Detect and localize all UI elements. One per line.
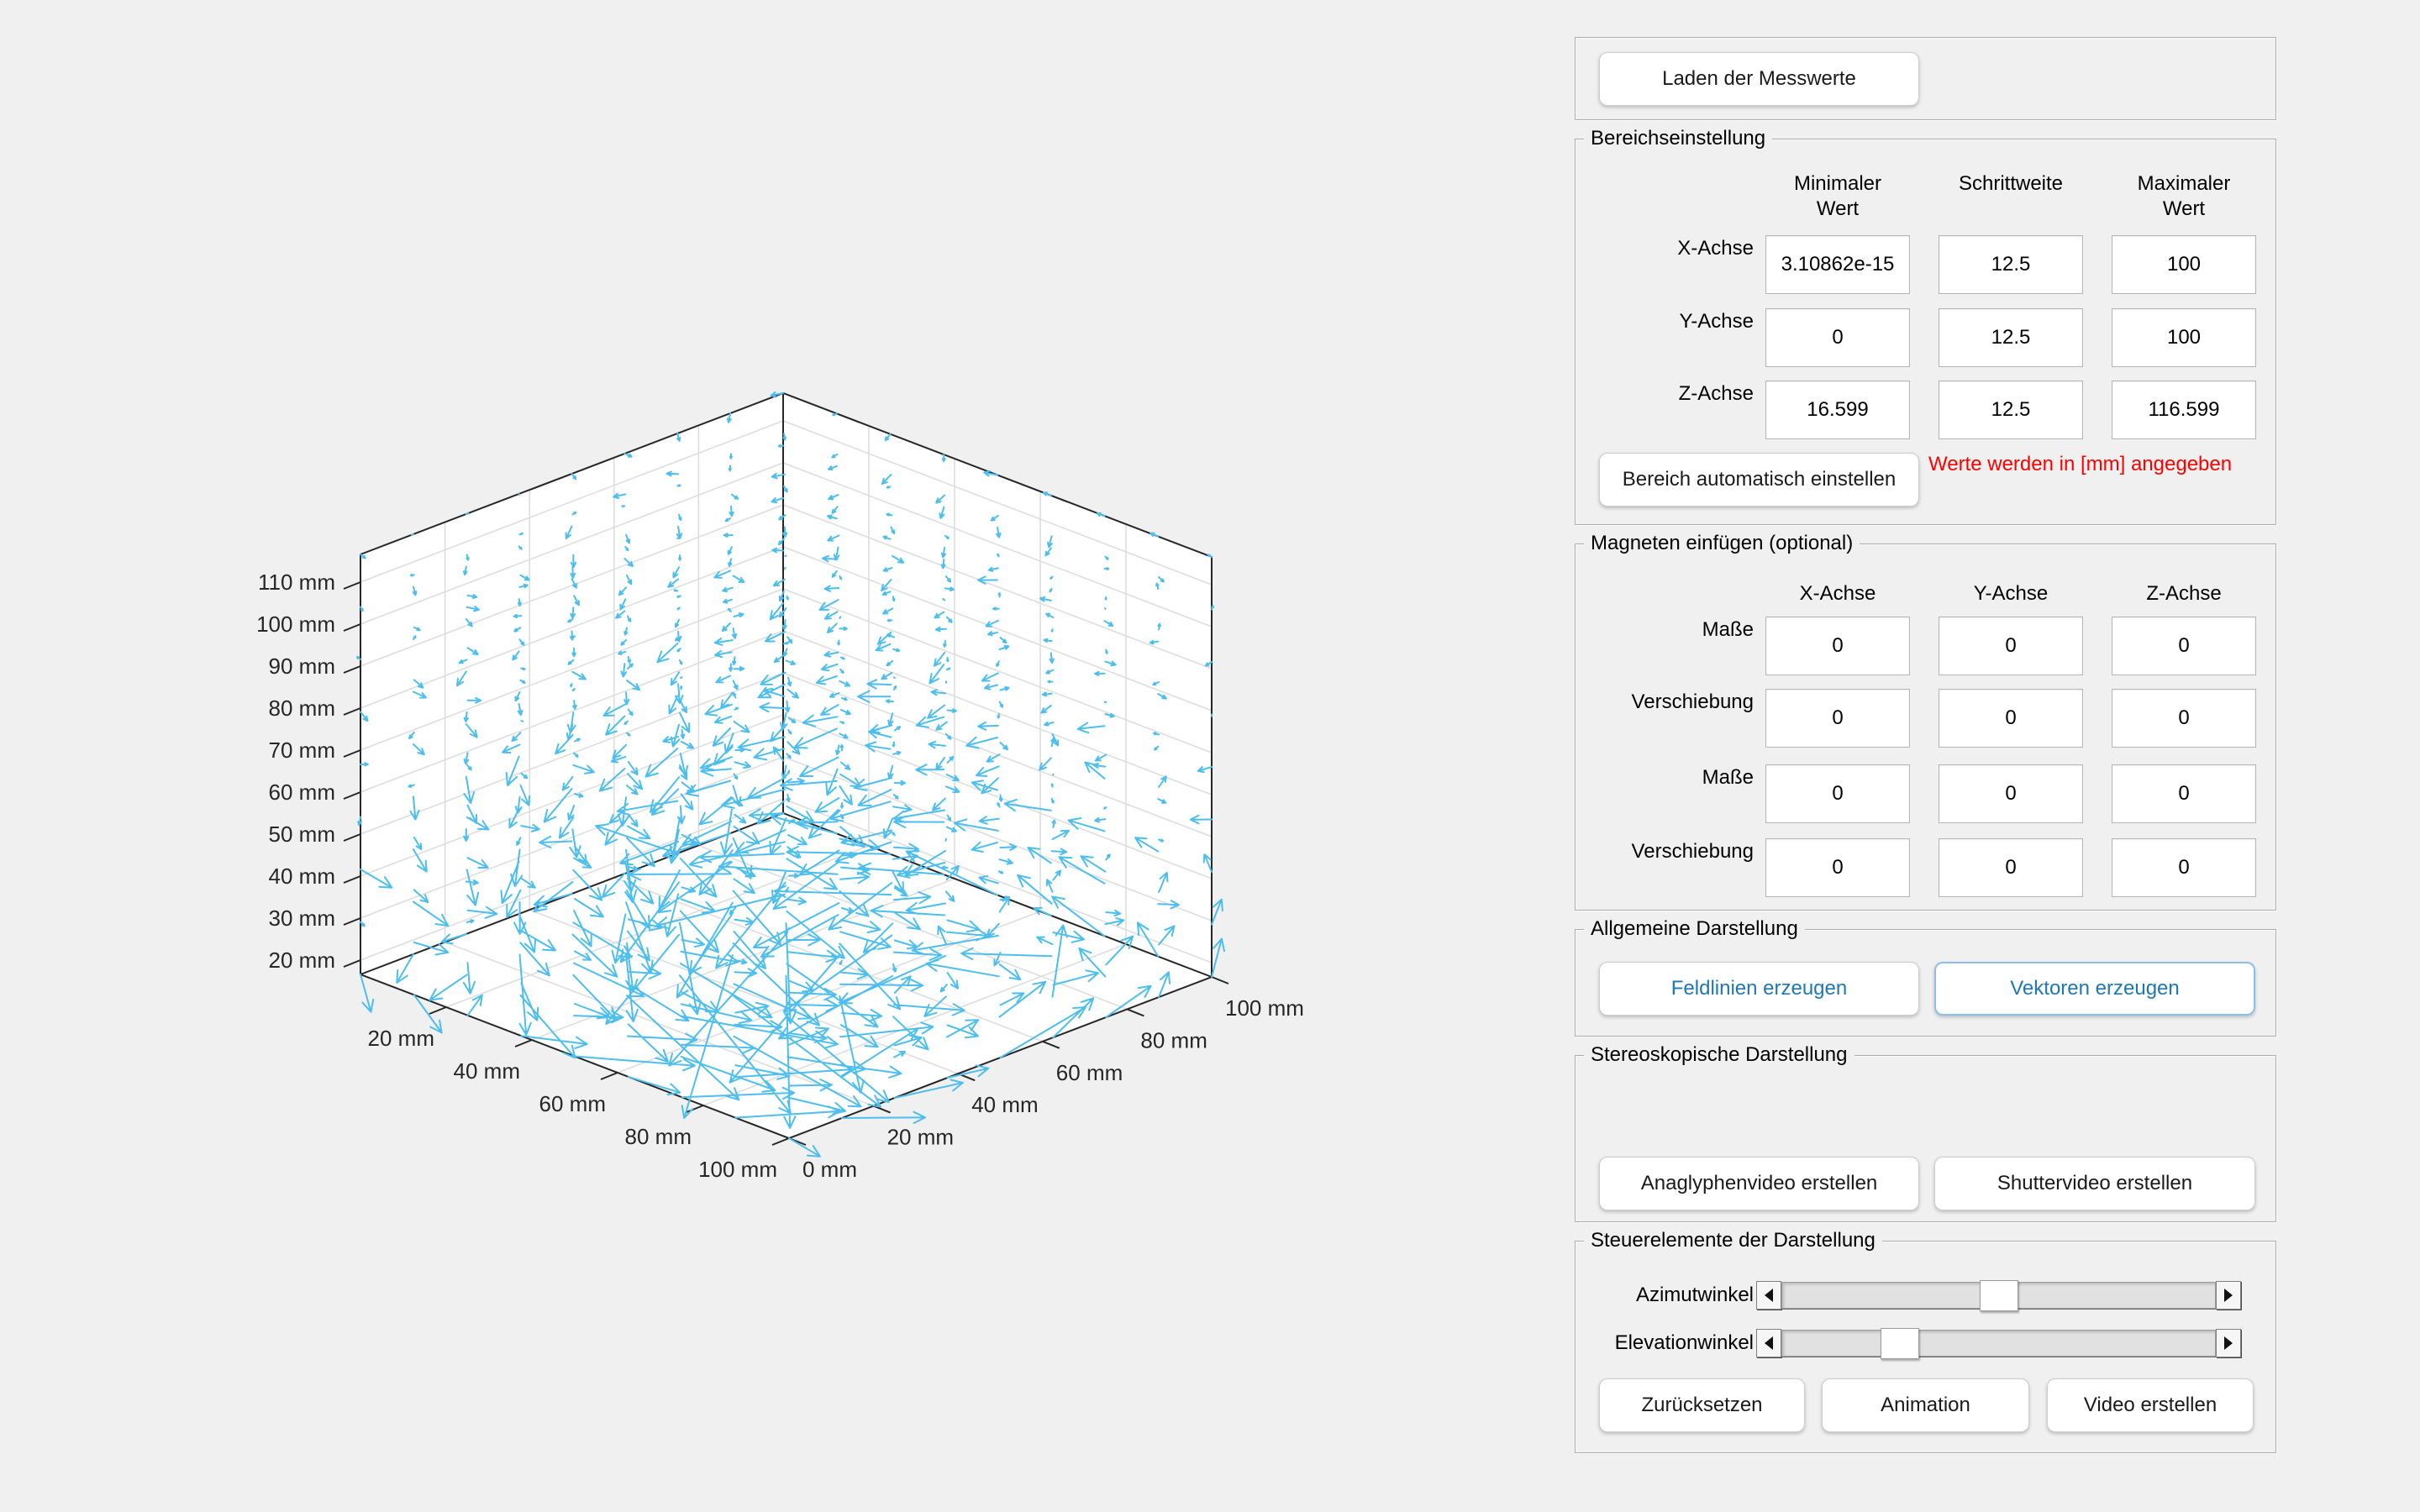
load-panel: Laden der Messwerte bbox=[1575, 37, 2276, 120]
magnet2-dims-x-input[interactable] bbox=[1765, 764, 1910, 823]
tick-label: 80 mm bbox=[625, 1124, 692, 1149]
tick-label: 80 mm bbox=[269, 696, 335, 721]
tick-label: 30 mm bbox=[269, 906, 335, 931]
left-triangle-icon bbox=[1765, 1289, 1773, 1302]
panel-title: Magneten einfügen (optional) bbox=[1584, 531, 1860, 556]
magnet2-offset-z-input[interactable] bbox=[2112, 838, 2256, 897]
row-label-z-axis: Z-Achse bbox=[1602, 382, 1754, 406]
magnet2-offset-y-input[interactable] bbox=[1939, 838, 2083, 897]
shutter-video-button[interactable]: Shuttervideo erstellen bbox=[1934, 1157, 2255, 1210]
animation-button[interactable]: Animation bbox=[1822, 1378, 2029, 1432]
anaglyph-video-button[interactable]: Anaglyphenvideo erstellen bbox=[1599, 1157, 1919, 1210]
tick-label: 60 mm bbox=[1056, 1060, 1123, 1085]
right-triangle-icon bbox=[2224, 1336, 2233, 1350]
tick-label: 50 mm bbox=[269, 822, 335, 847]
reset-button[interactable]: Zurücksetzen bbox=[1599, 1378, 1805, 1432]
column-header-max: MaximalerWert bbox=[2083, 171, 2285, 222]
view-controls-panel: Steuerelemente der Darstellung Azimutwin… bbox=[1575, 1241, 2276, 1453]
range-z-min-input[interactable] bbox=[1765, 381, 1910, 439]
column-header-y: Y-Achse bbox=[1910, 581, 2112, 606]
magnets-panel: Magneten einfügen (optional) X-Achse Y-A… bbox=[1575, 543, 2276, 911]
load-measurements-button[interactable]: Laden der Messwerte bbox=[1599, 52, 1919, 106]
tick-label: 90 mm bbox=[269, 654, 335, 679]
elevation-slider-right-arrow[interactable] bbox=[2216, 1329, 2241, 1357]
row-label-dims-1: Maße bbox=[1602, 618, 1754, 642]
range-z-max-input[interactable] bbox=[2112, 381, 2256, 439]
tick-label: 70 mm bbox=[269, 738, 335, 763]
row-label-dims-2: Maße bbox=[1602, 766, 1754, 790]
tick-label: 60 mm bbox=[539, 1091, 606, 1116]
elevation-slider-left-arrow[interactable] bbox=[1756, 1329, 1781, 1357]
magnet1-offset-z-input[interactable] bbox=[2112, 689, 2256, 748]
magnet1-dims-z-input[interactable] bbox=[2112, 617, 2256, 675]
panel-title: Bereichseinstellung bbox=[1584, 126, 1772, 151]
row-label-offset-1: Verschiebung bbox=[1602, 690, 1754, 714]
tick-label: 20 mm bbox=[887, 1125, 954, 1150]
magnet1-offset-x-input[interactable] bbox=[1765, 689, 1910, 748]
row-label-y-axis: Y-Achse bbox=[1602, 310, 1754, 333]
range-settings-panel: Bereichseinstellung MinimalerWert Schrit… bbox=[1575, 139, 2276, 525]
azimuth-slider[interactable] bbox=[1756, 1281, 2241, 1310]
magnet2-offset-x-input[interactable] bbox=[1765, 838, 1910, 897]
tick-label: 100 mm bbox=[256, 612, 335, 637]
column-header-z: Z-Achse bbox=[2083, 581, 2285, 606]
tick-label: 20 mm bbox=[269, 948, 335, 973]
stereo-panel: Stereoskopische Darstellung Anaglyphenvi… bbox=[1575, 1055, 2276, 1222]
range-y-max-input[interactable] bbox=[2112, 308, 2256, 367]
panel-title: Steuerelemente der Darstellung bbox=[1584, 1228, 1882, 1253]
tick-label: 40 mm bbox=[269, 864, 335, 889]
panel-title: Stereoskopische Darstellung bbox=[1584, 1042, 1854, 1068]
column-header-x: X-Achse bbox=[1737, 581, 1939, 606]
app-window: { "figure": { "background": "#f0f0f0" },… bbox=[0, 0, 2420, 1512]
elevation-slider[interactable] bbox=[1756, 1329, 2241, 1357]
magnet1-offset-y-input[interactable] bbox=[1939, 689, 2083, 748]
row-label-x-axis: X-Achse bbox=[1602, 237, 1754, 260]
tick-label: 60 mm bbox=[269, 780, 335, 805]
quiver3d-plot: 20 mm 30 mm 40 mm 50 mm 60 mm 70 mm 80 mm 90 mm… bbox=[0, 0, 1571, 1512]
magnet2-dims-z-input[interactable] bbox=[2112, 764, 2256, 823]
magnet2-dims-y-input[interactable] bbox=[1939, 764, 2083, 823]
azimuth-slider-thumb[interactable] bbox=[1980, 1280, 2018, 1311]
range-x-max-input[interactable] bbox=[2112, 235, 2256, 294]
tick-label: 80 mm bbox=[1140, 1027, 1207, 1053]
elevation-slider-track[interactable] bbox=[1781, 1330, 2216, 1357]
tick-label: 0 mm bbox=[802, 1157, 857, 1182]
magnet1-dims-x-input[interactable] bbox=[1765, 617, 1910, 675]
range-y-min-input[interactable] bbox=[1765, 308, 1910, 367]
row-label-offset-2: Verschiebung bbox=[1602, 840, 1754, 864]
azimuth-slider-right-arrow[interactable] bbox=[2216, 1281, 2241, 1310]
tick-label: 20 mm bbox=[368, 1026, 434, 1051]
range-x-step-input[interactable] bbox=[1939, 235, 2083, 294]
column-header-step: Schrittweite bbox=[1910, 171, 2112, 197]
range-y-step-input[interactable] bbox=[1939, 308, 2083, 367]
azimuth-slider-left-arrow[interactable] bbox=[1756, 1281, 1781, 1310]
column-header-min: MinimalerWert bbox=[1737, 171, 1939, 222]
elevation-slider-thumb[interactable] bbox=[1881, 1328, 1919, 1359]
elevation-slider-label: Elevationwinkel bbox=[1602, 1331, 1754, 1355]
generate-vectors-button[interactable]: Vektoren erzeugen bbox=[1934, 962, 2255, 1016]
tick-label: 110 mm bbox=[258, 570, 335, 595]
units-note: Werte werden in [mm] angegeben bbox=[1928, 452, 2232, 477]
create-video-button[interactable]: Video erstellen bbox=[2047, 1378, 2254, 1432]
tick-label: 40 mm bbox=[454, 1058, 520, 1084]
tick-label: 40 mm bbox=[971, 1092, 1038, 1117]
tick-label: 100 mm bbox=[1225, 995, 1304, 1021]
tick-label: 100 mm bbox=[698, 1157, 777, 1182]
range-z-step-input[interactable] bbox=[1939, 381, 2083, 439]
azimuth-slider-label: Azimutwinkel bbox=[1602, 1284, 1754, 1307]
general-display-panel: Allgemeine Darstellung Feldlinien erzeug… bbox=[1575, 929, 2276, 1037]
auto-range-button[interactable]: Bereich automatisch einstellen bbox=[1599, 453, 1919, 507]
magnet1-dims-y-input[interactable] bbox=[1939, 617, 2083, 675]
range-x-min-input[interactable] bbox=[1765, 235, 1910, 294]
panel-title: Allgemeine Darstellung bbox=[1584, 916, 1805, 942]
left-triangle-icon bbox=[1765, 1336, 1773, 1350]
generate-fieldlines-button[interactable]: Feldlinien erzeugen bbox=[1599, 962, 1919, 1016]
right-triangle-icon bbox=[2224, 1289, 2233, 1302]
